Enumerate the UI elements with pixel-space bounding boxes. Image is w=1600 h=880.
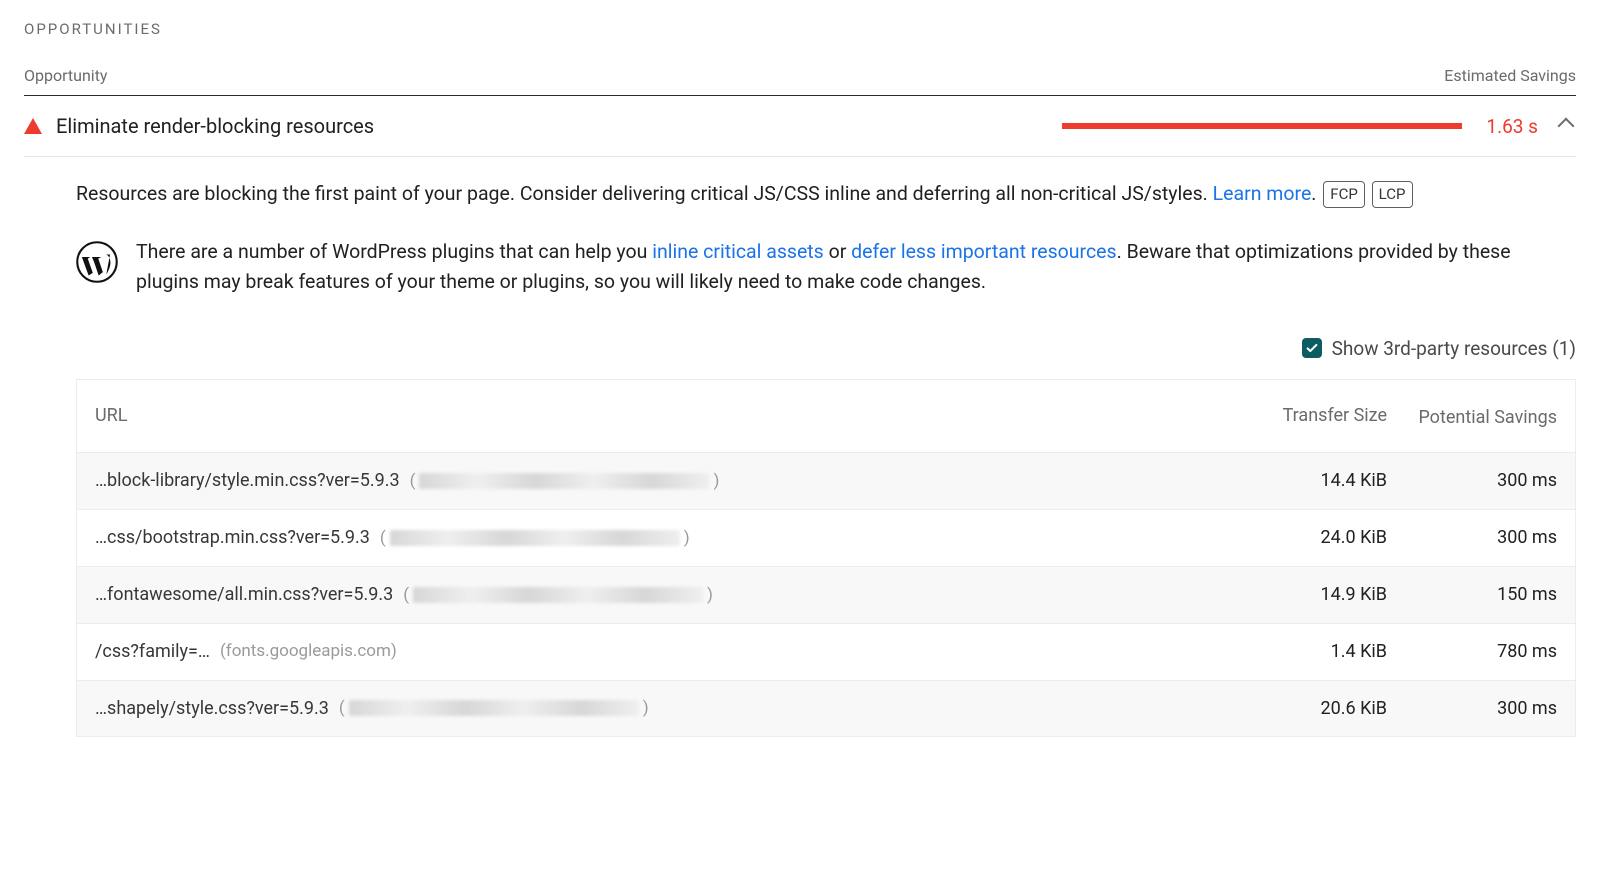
wordpress-tip-text: There are a number of WordPress plugins …: [136, 237, 1576, 297]
audit-title: Eliminate render-blocking resources: [56, 114, 374, 138]
fcp-badge: FCP: [1323, 181, 1365, 208]
redacted-host: [349, 700, 639, 716]
wordpress-icon: [76, 241, 118, 283]
table-row: …fontawesome/all.min.css?ver=5.9.3 () 14.9…: [77, 566, 1575, 623]
learn-more-link[interactable]: Learn more: [1213, 182, 1312, 205]
lcp-badge: LCP: [1372, 181, 1413, 208]
savings-bar: [1062, 123, 1462, 129]
redacted-host: [413, 587, 703, 603]
section-title: OPPORTUNITIES: [24, 20, 1576, 38]
transfer-size: 20.6 KiB: [1207, 695, 1387, 723]
description-text: Resources are blocking the first paint o…: [76, 182, 1213, 205]
header-size: Transfer Size: [1207, 402, 1387, 430]
header-url: URL: [95, 402, 1207, 430]
defer-resources-link[interactable]: defer less important resources: [851, 240, 1116, 263]
description-period: .: [1311, 182, 1316, 205]
resource-table: URL Transfer Size Potential Savings …blo…: [76, 379, 1576, 737]
column-opportunity: Opportunity: [24, 66, 108, 85]
resource-path[interactable]: …shapely/style.css?ver=5.9.3: [95, 695, 329, 723]
third-party-filter: Show 3rd-party resources (1): [76, 334, 1576, 363]
resource-host: (fonts.googleapis.com): [220, 638, 397, 664]
resource-path[interactable]: …fontawesome/all.min.css?ver=5.9.3: [95, 581, 393, 609]
third-party-checkbox[interactable]: [1302, 338, 1322, 358]
wordpress-tip: There are a number of WordPress plugins …: [76, 237, 1576, 297]
transfer-size: 24.0 KiB: [1207, 524, 1387, 552]
resource-host: (): [410, 468, 720, 494]
column-headers: Opportunity Estimated Savings: [24, 66, 1576, 96]
transfer-size: 1.4 KiB: [1207, 638, 1387, 666]
audit-body: Resources are blocking the first paint o…: [24, 157, 1576, 737]
table-row: …shapely/style.css?ver=5.9.3 () 20.6 KiB30…: [77, 680, 1575, 737]
potential-savings: 150 ms: [1387, 581, 1557, 609]
potential-savings: 300 ms: [1387, 695, 1557, 723]
audit-header-row[interactable]: Eliminate render-blocking resources 1.63…: [24, 114, 1576, 157]
table-row: …block-library/style.min.css?ver=5.9.3 ()…: [77, 452, 1575, 509]
potential-savings: 780 ms: [1387, 638, 1557, 666]
resource-path[interactable]: …block-library/style.min.css?ver=5.9.3: [95, 467, 400, 495]
savings-value: 1.63 s: [1486, 115, 1538, 138]
column-savings: Estimated Savings: [1444, 66, 1576, 85]
fail-triangle-icon: [24, 118, 42, 134]
wp-text-before: There are a number of WordPress plugins …: [136, 240, 652, 263]
wp-text-or: or: [824, 240, 851, 263]
chevron-up-icon[interactable]: [1558, 118, 1575, 135]
table-row: /css?family=… (fonts.googleapis.com) 1.4 K…: [77, 623, 1575, 680]
resource-host: (): [403, 582, 713, 608]
third-party-label: Show 3rd-party resources (1): [1332, 334, 1576, 363]
audit-description: Resources are blocking the first paint o…: [76, 179, 1576, 209]
inline-critical-link[interactable]: inline critical assets: [652, 240, 824, 263]
transfer-size: 14.9 KiB: [1207, 581, 1387, 609]
potential-savings: 300 ms: [1387, 524, 1557, 552]
redacted-host: [390, 530, 680, 546]
table-row: …css/bootstrap.min.css?ver=5.9.3 () 24.0 K…: [77, 509, 1575, 566]
transfer-size: 14.4 KiB: [1207, 467, 1387, 495]
resource-host: (): [380, 525, 690, 551]
table-header: URL Transfer Size Potential Savings: [77, 380, 1575, 452]
resource-host: (): [339, 695, 649, 721]
resource-path[interactable]: /css?family=…: [95, 638, 210, 666]
potential-savings: 300 ms: [1387, 467, 1557, 495]
header-savings: Potential Savings: [1387, 407, 1557, 430]
redacted-host: [419, 473, 709, 489]
resource-path[interactable]: …css/bootstrap.min.css?ver=5.9.3: [95, 524, 370, 552]
